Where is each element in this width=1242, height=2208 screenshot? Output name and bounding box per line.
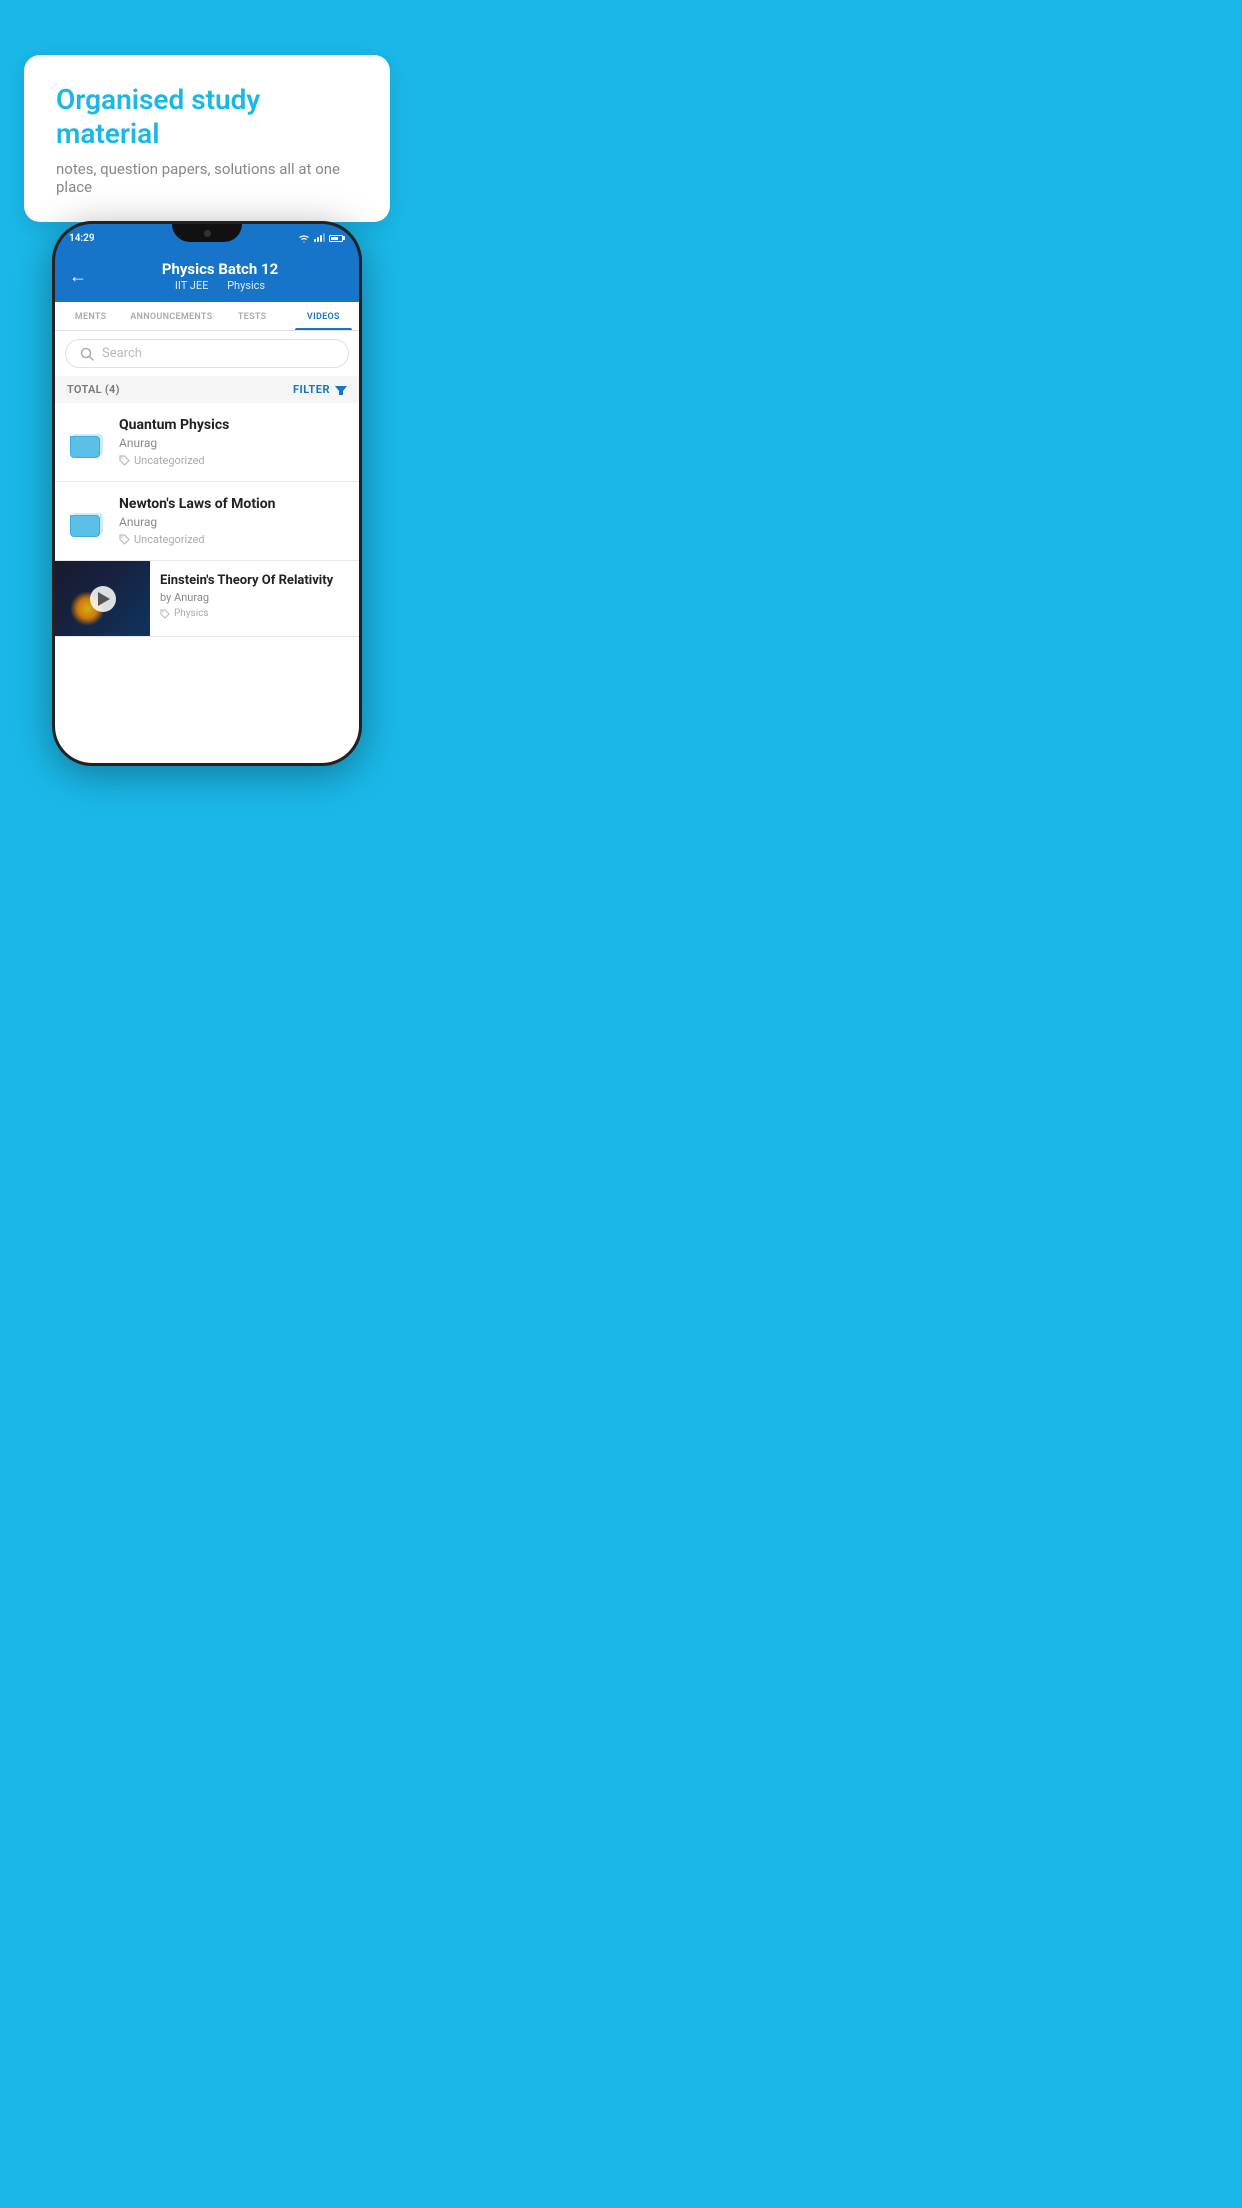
bubble-title: Organised study material [56, 83, 358, 150]
search-bar[interactable]: Search [65, 339, 349, 368]
search-container: Search [55, 331, 359, 376]
status-time: 14:29 [69, 233, 95, 244]
item-icon-wrapper [67, 417, 107, 462]
total-count: TOTAL (4) [67, 383, 120, 396]
list-item[interactable]: Newton's Laws of Motion Anurag Uncategor… [55, 482, 359, 561]
header-subtitle-physics: Physics [227, 279, 265, 292]
filter-button[interactable]: FILTER [293, 383, 347, 396]
item-info: Quantum Physics Anurag Uncategorized [119, 417, 347, 467]
filter-bar: TOTAL (4) FILTER [55, 376, 359, 403]
item-author: Anurag [119, 436, 347, 450]
item-title: Einstein's Theory Of Relativity [160, 573, 349, 588]
wifi-icon [298, 234, 310, 243]
speech-bubble: Organised study material notes, question… [24, 55, 390, 222]
search-icon [80, 347, 94, 361]
item-title: Quantum Physics [119, 417, 347, 433]
tab-videos[interactable]: VIDEOS [288, 302, 359, 330]
tag-label: Uncategorized [134, 454, 205, 467]
camera-dot [204, 230, 211, 237]
item-tag: Uncategorized [119, 454, 347, 467]
filter-label: FILTER [293, 383, 330, 396]
header-title-group: Physics Batch 12 IIT JEE Physics [95, 260, 345, 292]
tab-tests[interactable]: TESTS [216, 302, 287, 330]
tag-label: Physics [174, 608, 209, 619]
search-placeholder: Search [102, 346, 142, 361]
battery-icon [329, 235, 345, 242]
folder-icon [68, 422, 106, 458]
tabs-bar: MENTS ANNOUNCEMENTS TESTS VIDEOS [55, 302, 359, 331]
tag-icon [119, 455, 130, 466]
phone-frame: 14:29 [52, 221, 362, 766]
status-bar: 14:29 [55, 224, 359, 252]
header-subtitle-iitjee: IIT JEE [175, 279, 208, 292]
list-item[interactable]: Einstein's Theory Of Relativity by Anura… [55, 561, 359, 637]
item-icon-wrapper [67, 496, 107, 541]
item-tag: Physics [160, 608, 349, 619]
filter-icon [335, 384, 347, 396]
folder-icon [68, 501, 106, 537]
item-author: Anurag [119, 515, 347, 529]
item-author: by Anurag [160, 591, 349, 604]
item-info: Einstein's Theory Of Relativity by Anura… [150, 561, 359, 631]
tag-label: Uncategorized [134, 533, 205, 546]
tab-announcements[interactable]: ANNOUNCEMENTS [126, 302, 216, 330]
bubble-subtitle: notes, question papers, solutions all at… [56, 160, 358, 196]
play-triangle-icon [98, 592, 110, 606]
notch [172, 224, 242, 242]
app-header: ← Physics Batch 12 IIT JEE Physics [55, 252, 359, 302]
header-title: Physics Batch 12 [95, 260, 345, 278]
signal-icon [314, 234, 325, 242]
item-title: Newton's Laws of Motion [119, 496, 347, 512]
header-subtitle: IIT JEE Physics [95, 279, 345, 292]
play-button[interactable] [90, 586, 116, 612]
content-area: Quantum Physics Anurag Uncategorized [55, 403, 359, 766]
tag-icon [119, 534, 130, 545]
item-info: Newton's Laws of Motion Anurag Uncategor… [119, 496, 347, 546]
back-button[interactable]: ← [69, 266, 87, 287]
video-thumbnail [55, 561, 150, 636]
tab-ments[interactable]: MENTS [55, 302, 126, 330]
list-item[interactable]: Quantum Physics Anurag Uncategorized [55, 403, 359, 482]
tag-icon [160, 609, 170, 619]
item-tag: Uncategorized [119, 533, 347, 546]
status-icons [298, 234, 345, 243]
